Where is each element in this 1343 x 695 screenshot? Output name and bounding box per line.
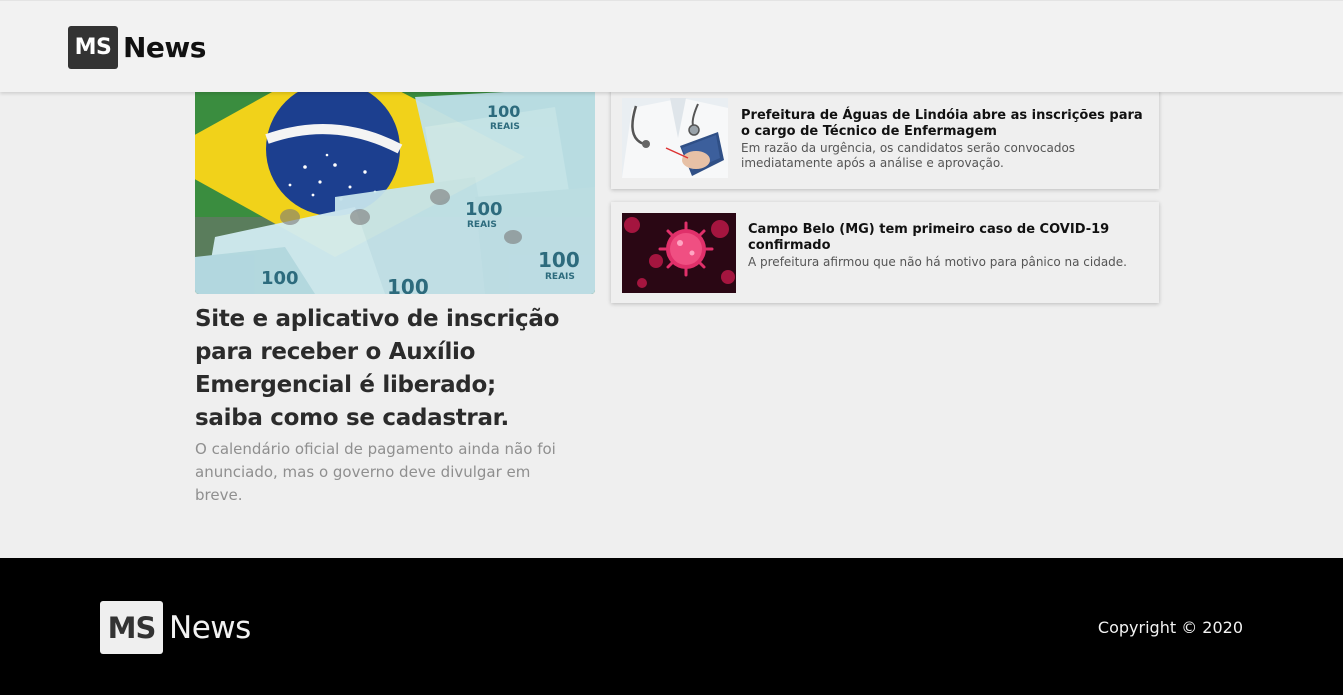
logo-word: News (123, 30, 206, 64)
card-image-doctor[interactable] (622, 98, 728, 178)
svg-text:100: 100 (465, 199, 503, 220)
copyright-text: Copyright © 2020 (1097, 618, 1243, 637)
page: MS News 100 REAIS 100 REAIS 100 REAIS 10… (0, 0, 1343, 695)
card-summary: Em razão da urgência, os candidatos serã… (741, 141, 1076, 170)
news-card[interactable]: Prefeitura de Águas de Lindóia abre as i… (611, 88, 1159, 189)
card-text: Prefeitura de Águas de Lindóia abre as i… (741, 108, 1146, 171)
site-header: MS News (0, 0, 1343, 92)
svg-text:100: 100 (387, 275, 429, 294)
svg-text:REAIS: REAIS (545, 272, 575, 282)
footer-logo-badge: MS (100, 601, 163, 654)
card-title[interactable]: Campo Belo (MG) tem primeiro caso de COV… (748, 222, 1148, 254)
card-text: Campo Belo (MG) tem primeiro caso de COV… (748, 222, 1148, 270)
news-card[interactable]: Campo Belo (MG) tem primeiro caso de COV… (611, 202, 1159, 303)
card-summary: A prefeitura afirmou que não há motivo p… (748, 255, 1127, 269)
svg-text:REAIS: REAIS (490, 122, 520, 132)
footer-logo-word: News (169, 609, 251, 646)
footer-logo-link[interactable]: MS News (100, 601, 251, 654)
svg-text:REAIS: REAIS (467, 220, 497, 230)
featured-summary: O calendário oficial de pagamento ainda … (195, 440, 556, 504)
featured-title[interactable]: Site e aplicativo de inscrição para rece… (195, 303, 565, 435)
svg-text:100: 100 (487, 102, 520, 121)
svg-text:100: 100 (261, 268, 299, 289)
card-image-virus[interactable] (622, 213, 736, 293)
site-footer: MS News Copyright © 2020 (0, 558, 1343, 695)
featured-article[interactable]: 100 REAIS 100 REAIS 100 REAIS 100 100 Si… (195, 87, 595, 507)
svg-text:100: 100 (538, 248, 580, 272)
header-logo-link[interactable]: MS News (68, 25, 206, 69)
logo-badge: MS (68, 25, 118, 69)
card-title[interactable]: Prefeitura de Águas de Lindóia abre as i… (741, 108, 1146, 140)
featured-image[interactable]: 100 REAIS 100 REAIS 100 REAIS 100 100 (195, 87, 595, 294)
